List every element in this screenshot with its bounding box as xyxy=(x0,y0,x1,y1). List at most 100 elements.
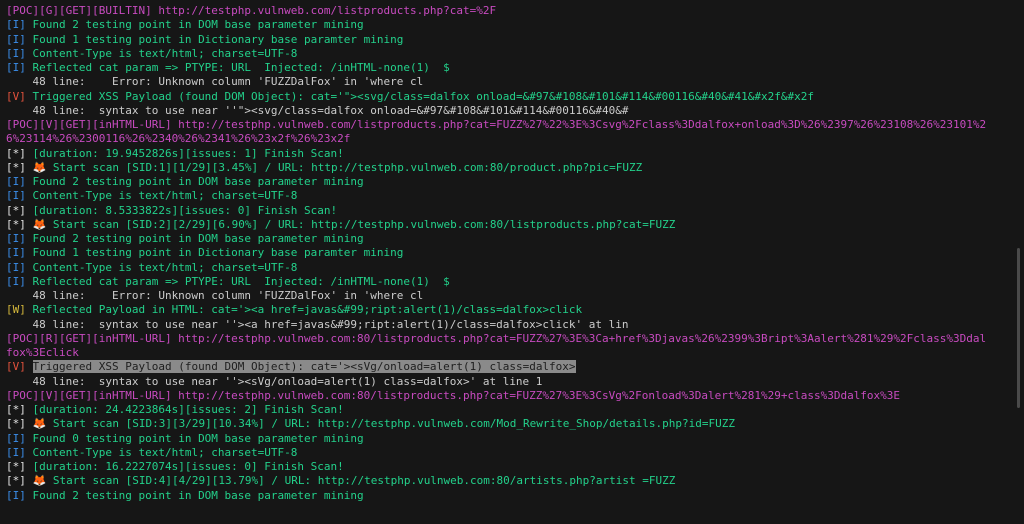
log-text: Content-Type is text/html; charset=UTF-8 xyxy=(32,189,298,203)
terminal-line: [*] 🦊 Start scan [SID:4][4/29][13.79%] /… xyxy=(6,474,1024,488)
log-text: 6%23114%26%2300116%26%2340%26%2341%26%23… xyxy=(6,132,351,146)
terminal-line: 48 line: syntax to use near ''"><svg/cla… xyxy=(6,104,1024,118)
terminal-line: [POC][V][GET][inHTML-URL] http://testphp… xyxy=(6,389,1024,403)
log-level-tag: [V] xyxy=(6,89,33,103)
log-text: 48 line: Error: Unknown column 'FUZZDalF… xyxy=(6,289,424,302)
log-level-tag: [I] xyxy=(6,175,33,188)
terminal-line: [*] [duration: 16.2227074s][issues: 0] F… xyxy=(6,460,1024,474)
terminal-line: [I] Found 1 testing point in Dictionary … xyxy=(6,33,1024,47)
terminal-line: [POC][V][GET][inHTML-URL] http://testphp… xyxy=(6,118,1024,132)
terminal-line: [*] 🦊 Start scan [SID:3][3/29][10.34%] /… xyxy=(6,417,1024,431)
log-text: fox%3Eclick xyxy=(6,346,79,359)
terminal-line: [I] Found 2 testing point in DOM base pa… xyxy=(6,489,1024,503)
log-text: Found 2 testing point in DOM base parame… xyxy=(32,232,364,245)
terminal-line: [*] [duration: 8.5333822s][issues: 0] Fi… xyxy=(6,204,1024,218)
terminal-line: [*] 🦊 Start scan [SID:1][1/29][3.45%] / … xyxy=(6,161,1024,175)
log-level-tag: [I] xyxy=(6,18,33,32)
fox-icon: 🦊 xyxy=(32,417,47,431)
log-text: Start scan [SID:2][2/29][6.90%] / URL: h… xyxy=(46,217,676,231)
log-text: Content-Type is text/html; charset=UTF-8 xyxy=(32,260,298,274)
terminal-line: [I] Found 0 testing point in DOM base pa… xyxy=(6,432,1024,446)
terminal-output: [POC][G][GET][BUILTIN] http://testphp.vu… xyxy=(6,4,1024,503)
log-text: [duration: 8.5333822s][issues: 0] Finish… xyxy=(32,203,338,217)
terminal-line: [I] Reflected cat param => PTYPE: URL In… xyxy=(6,61,1024,75)
log-level-tag: [I] xyxy=(6,445,33,459)
log-text: Found 2 testing point in DOM base parame… xyxy=(32,175,364,188)
log-level-tag: [*] xyxy=(6,160,33,174)
log-text: 48 line: Error: Unknown column 'FUZZDalF… xyxy=(6,75,424,89)
terminal-line: [I] Content-Type is text/html; charset=U… xyxy=(6,189,1024,203)
log-text: [POC][R][GET][inHTML-URL] http://testphp… xyxy=(6,331,987,345)
log-level-tag: [I] xyxy=(6,46,33,60)
log-text: [duration: 19.9452826s][issues: 1] Finis… xyxy=(32,146,344,160)
log-text: [POC][V][GET][inHTML-URL] http://testphp… xyxy=(6,388,901,402)
terminal-line: [*] [duration: 19.9452826s][issues: 1] F… xyxy=(6,147,1024,161)
log-text: Found 0 testing point in DOM base parame… xyxy=(32,431,364,445)
terminal-line: [*] [duration: 24.4223864s][issues: 2] F… xyxy=(6,403,1024,417)
terminal-line: [I] Found 1 testing point in Dictionary … xyxy=(6,246,1024,260)
log-level-tag: [I] xyxy=(6,274,33,288)
log-text: Content-Type is text/html; charset=UTF-8 xyxy=(32,46,298,60)
log-text: Reflected Payload in HTML: cat='><a href… xyxy=(32,303,583,317)
log-text: 48 line: syntax to use near ''"><svg/cla… xyxy=(6,103,629,117)
log-level-tag: [I] xyxy=(6,431,33,445)
log-level-tag: [*] xyxy=(6,146,33,160)
terminal-line: [POC][R][GET][inHTML-URL] http://testphp… xyxy=(6,332,1024,346)
log-text: Found 2 testing point in DOM base parame… xyxy=(32,488,364,502)
terminal-line: [V] Triggered XSS Payload (found DOM Obj… xyxy=(6,90,1024,104)
terminal-line: 48 line: syntax to use near ''><sVg/onlo… xyxy=(6,375,1024,389)
log-level-tag: [*] xyxy=(6,474,33,488)
log-text: [POC][G][GET][BUILTIN] http://testphp.vu… xyxy=(6,4,497,17)
log-text: Found 1 testing point in Dictionary base… xyxy=(32,32,404,46)
log-text: Reflected cat param => PTYPE: URL Inject… xyxy=(32,61,450,74)
fox-icon: 🦊 xyxy=(32,474,47,488)
terminal-line: 6%23114%26%2300116%26%2340%26%2341%26%23… xyxy=(6,132,1024,146)
terminal-line: [W] Reflected Payload in HTML: cat='><a … xyxy=(6,303,1024,317)
terminal-line: fox%3Eclick xyxy=(6,346,1024,360)
terminal-line: 48 line: Error: Unknown column 'FUZZDalF… xyxy=(6,75,1024,89)
terminal-line: [I] Found 2 testing point in DOM base pa… xyxy=(6,18,1024,32)
log-level-tag: [*] xyxy=(6,403,33,416)
log-text: Found 1 testing point in Dictionary base… xyxy=(32,246,404,260)
log-text: [duration: 24.4223864s][issues: 2] Finis… xyxy=(32,403,344,416)
scrollbar[interactable] xyxy=(1017,248,1020,408)
terminal-window[interactable]: [POC][G][GET][BUILTIN] http://testphp.vu… xyxy=(0,0,1024,524)
log-level-tag: [I] xyxy=(6,189,33,203)
log-level-tag: [W] xyxy=(6,303,33,317)
terminal-line: 48 line: syntax to use near ''><a href=j… xyxy=(6,318,1024,332)
log-level-tag: [I] xyxy=(6,260,33,274)
terminal-line: [I] Content-Type is text/html; charset=U… xyxy=(6,261,1024,275)
log-level-tag: [*] xyxy=(6,217,33,231)
log-level-tag: [I] xyxy=(6,488,33,502)
log-text: [duration: 16.2227074s][issues: 0] Finis… xyxy=(32,460,344,473)
terminal-line: [I] Found 2 testing point in DOM base pa… xyxy=(6,175,1024,189)
log-text: Content-Type is text/html; charset=UTF-8 xyxy=(32,445,298,459)
terminal-line: [I] Found 2 testing point in DOM base pa… xyxy=(6,232,1024,246)
log-level-tag: [I] xyxy=(6,61,33,74)
fox-icon: 🦊 xyxy=(32,217,47,231)
log-text: Triggered XSS Payload (found DOM Object)… xyxy=(32,89,814,103)
terminal-line: [I] Content-Type is text/html; charset=U… xyxy=(6,446,1024,460)
terminal-line: [I] Content-Type is text/html; charset=U… xyxy=(6,47,1024,61)
log-level-tag: [I] xyxy=(6,232,33,245)
terminal-line: [*] 🦊 Start scan [SID:2][2/29][6.90%] / … xyxy=(6,218,1024,232)
log-level-tag: [I] xyxy=(6,246,33,260)
log-text: Reflected cat param => PTYPE: URL Inject… xyxy=(32,274,450,288)
log-text: Found 2 testing point in DOM base parame… xyxy=(32,18,364,32)
terminal-line: [V] Triggered XSS Payload (found DOM Obj… xyxy=(6,360,1024,374)
log-text: Triggered XSS Payload (found DOM Object)… xyxy=(32,360,576,374)
log-level-tag: [*] xyxy=(6,203,33,217)
log-text: [POC][V][GET][inHTML-URL] http://testphp… xyxy=(6,118,987,131)
log-level-tag: [*] xyxy=(6,417,33,431)
log-text: 48 line: syntax to use near ''><sVg/onlo… xyxy=(6,374,543,388)
log-level-tag: [I] xyxy=(6,32,33,46)
log-level-tag: [*] xyxy=(6,460,33,473)
log-text: Start scan [SID:1][1/29][3.45%] / URL: h… xyxy=(46,160,643,174)
terminal-line: [POC][G][GET][BUILTIN] http://testphp.vu… xyxy=(6,4,1024,18)
log-text: Start scan [SID:3][3/29][10.34%] / URL: … xyxy=(46,417,735,431)
log-level-tag: [V] xyxy=(6,360,33,374)
terminal-line: 48 line: Error: Unknown column 'FUZZDalF… xyxy=(6,289,1024,303)
log-text: 48 line: syntax to use near ''><a href=j… xyxy=(6,317,629,331)
terminal-line: [I] Reflected cat param => PTYPE: URL In… xyxy=(6,275,1024,289)
fox-icon: 🦊 xyxy=(32,160,47,174)
